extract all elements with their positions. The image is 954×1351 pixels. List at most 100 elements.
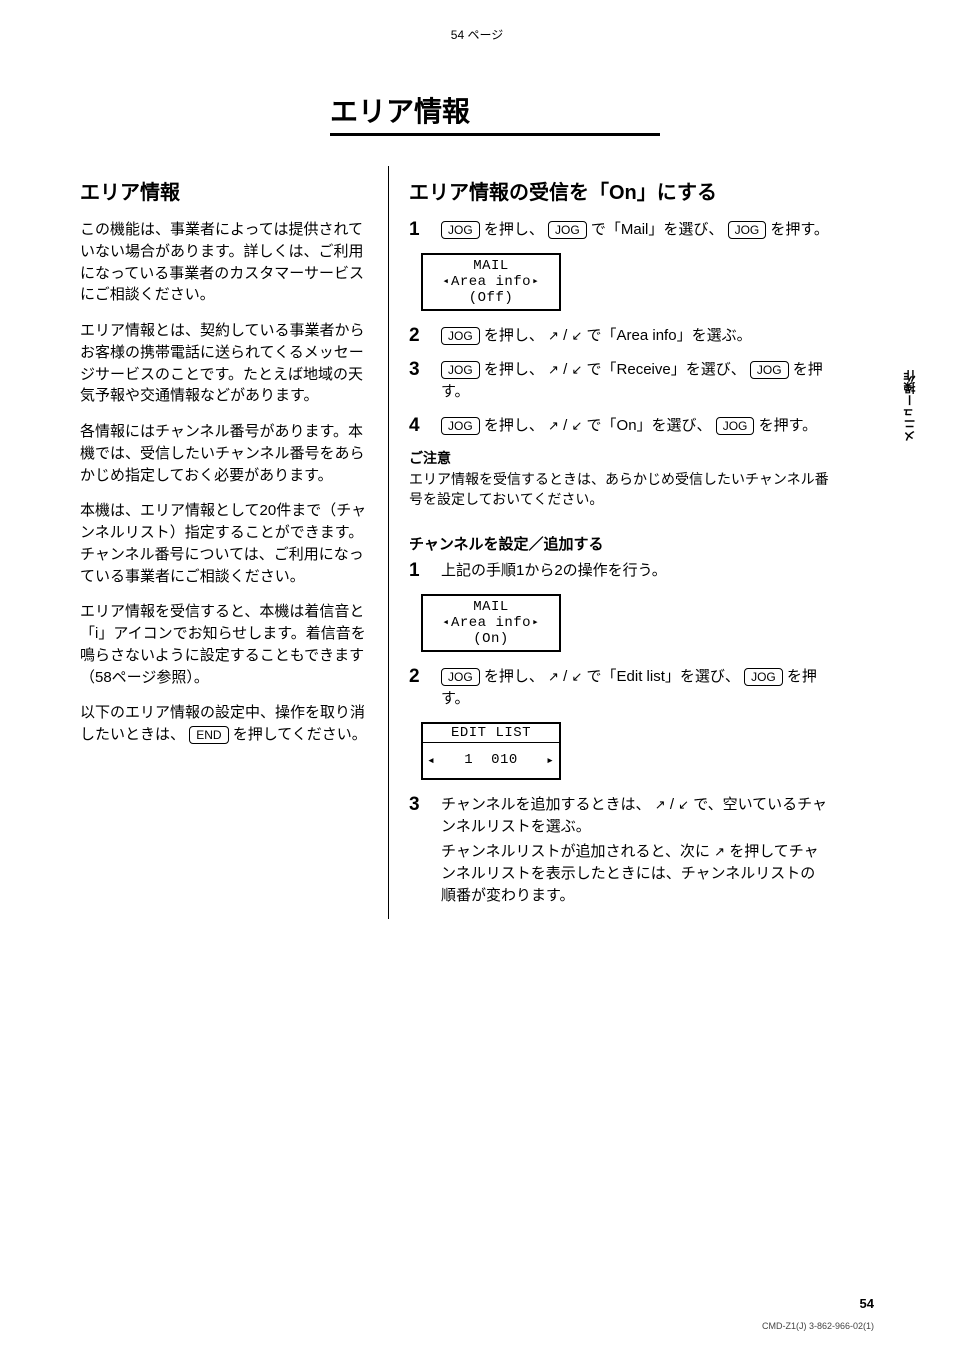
arrow-up-icon: ↗ — [548, 417, 559, 436]
lcd3-idx: 1 — [464, 752, 473, 768]
right-column: エリア情報の受信を「On」にする 1 JOG を押し、 JOG で「Mail」を… — [389, 166, 874, 919]
triangle-left-icon: ◂ — [442, 617, 450, 630]
left-heading: エリア情報 — [80, 176, 368, 205]
intro-paragraph-2: エリア情報とは、契約している事業者からお客様の携帯電話に送られてくるメッセージサ… — [80, 320, 368, 407]
cancel-note: 以下のエリア情報の設定中、操作を取り消したいときは、 END を押してください。 — [80, 702, 368, 746]
side-tab-label: メニュー操作 — [899, 366, 920, 446]
step-number: 1 — [409, 560, 429, 582]
lcd2-line3: (On) — [473, 631, 509, 647]
step-number: 2 — [409, 325, 429, 347]
step4-t2: で「On」を選び、 — [587, 417, 712, 434]
arrow-up-icon: ↗ — [548, 668, 559, 687]
step-text: JOG を押し、 ↗ / ↙ で「Edit list」を選び、 JOG を押す。 — [441, 666, 829, 710]
step-number: 3 — [409, 359, 429, 403]
step-2: 2 JOG を押し、 ↗ / ↙ で「Area info」を選ぶ。 — [409, 325, 829, 347]
step-4: 4 JOG を押し、 ↗ / ↙ で「On」を選び、 JOG を押す。 — [409, 415, 829, 437]
sub-step-3: 3 チャンネルを追加するときは、 ↗ / ↙ で、空いているチャンネルリストを選… — [409, 794, 829, 907]
jog-dial-icon: JOG — [441, 327, 480, 345]
step3-t2: で「Receive」を選び、 — [587, 361, 746, 378]
intro-paragraph-1: この機能は、事業者によっては提供されていない場合があります。詳しくは、ご利用にな… — [80, 219, 368, 306]
jog-dial-icon: JOG — [728, 221, 767, 239]
intro-paragraph-3: 各情報にはチャンネル番号があります。本機では、受信したいチャンネル番号をあらかじ… — [80, 421, 368, 486]
arrow-up-icon: ↗ — [655, 796, 666, 815]
slash: / — [563, 327, 567, 344]
title-underline — [330, 133, 660, 136]
jog-dial-icon: JOG — [744, 668, 783, 686]
step1-t1: を押し、 — [484, 221, 544, 238]
page-title: エリア情報 — [330, 90, 874, 130]
step-text: 上記の手順1から2の操作を行う。 — [441, 560, 829, 582]
sub-step-2: 2 JOG を押し、 ↗ / ↙ で「Edit list」を選び、 JOG を押… — [409, 666, 829, 710]
step-text: チャンネルを追加するときは、 ↗ / ↙ で、空いているチャンネルリストを選ぶ。… — [441, 794, 829, 907]
lcd-screen-2: MAIL ◂ Area info ▸ (On) — [421, 594, 561, 652]
end-key-icon: END — [189, 726, 228, 744]
arrow-down-icon: ↙ — [571, 668, 582, 687]
triangle-right-icon: ▸ — [532, 276, 540, 289]
lcd3-val: 010 — [491, 752, 518, 768]
intro-paragraph-4: 本機は、エリア情報として20件まで（チャンネルリスト）指定することができます。チ… — [80, 500, 368, 587]
step2-t2: で「Area info」を選ぶ。 — [587, 327, 752, 344]
lcd1-line3: (Off) — [469, 290, 514, 306]
s2-2a: を押し、 — [484, 668, 544, 685]
jog-dial-icon: JOG — [441, 668, 480, 686]
slash: / — [563, 668, 567, 685]
arrow-up-icon: ↗ — [714, 843, 725, 862]
lcd1-line1: MAIL — [473, 258, 509, 274]
s2-2c: で「Edit list」を選び、 — [587, 668, 740, 685]
subheading-channel: チャンネルを設定／追加する — [409, 533, 829, 554]
step-1: 1 JOG を押し、 JOG で「Mail」を選び、 JOG を押す。 — [409, 219, 829, 241]
triangle-left-icon: ◂ — [427, 753, 436, 768]
footer-doc-code: CMD-Z1(J) 3-862-966-02(1) — [762, 1321, 874, 1331]
right-heading: エリア情報の受信を「On」にする — [409, 176, 829, 205]
triangle-left-icon: ◂ — [442, 276, 450, 289]
triangle-right-icon: ▸ — [546, 753, 555, 768]
jog-dial-icon: JOG — [716, 417, 755, 435]
arrow-down-icon: ↙ — [571, 417, 582, 436]
jog-dial-icon: JOG — [750, 361, 789, 379]
step-number: 2 — [409, 666, 429, 710]
arrow-up-icon: ↗ — [548, 327, 559, 346]
s2-3a: チャンネルを追加するときは、 — [441, 796, 651, 813]
lcd2-line1: MAIL — [473, 599, 509, 615]
s2-3d: チャンネルリストが追加されると、次に — [441, 843, 710, 860]
note-body: エリア情報を受信するときは、あらかじめ受信したいチャンネル番号を設定しておいてく… — [409, 471, 829, 507]
arrow-down-icon: ↙ — [571, 327, 582, 346]
step-text: JOG を押し、 JOG で「Mail」を選び、 JOG を押す。 — [441, 219, 829, 241]
jog-dial-icon: JOG — [548, 221, 587, 239]
arrow-down-icon: ↙ — [571, 361, 582, 380]
lcd-screen-3: EDIT LIST ◂ 1 010 ▸ — [421, 722, 561, 780]
note-block: ご注意 エリア情報を受信するときは、あらかじめ受信したいチャンネル番号を設定して… — [409, 449, 829, 510]
jog-dial-icon: JOG — [441, 361, 480, 379]
step3-t1: を押し、 — [484, 361, 544, 378]
step1-t3: を押す。 — [770, 221, 829, 238]
arrow-up-icon: ↗ — [548, 361, 559, 380]
step-text: JOG を押し、 ↗ / ↙ で「Area info」を選ぶ。 — [441, 325, 829, 347]
step4-t3: を押す。 — [759, 417, 818, 434]
step-text: JOG を押し、 ↗ / ↙ で「Receive」を選び、 JOG を押す。 — [441, 359, 829, 403]
lcd2-line2: Area info — [451, 615, 531, 631]
jog-dial-icon: JOG — [441, 221, 480, 239]
triangle-right-icon: ▸ — [532, 617, 540, 630]
step-number: 3 — [409, 794, 429, 907]
step-3: 3 JOG を押し、 ↗ / ↙ で「Receive」を選び、 JOG を押す。 — [409, 359, 829, 403]
step2-t1: を押し、 — [484, 327, 544, 344]
step-text: JOG を押し、 ↗ / ↙ で「On」を選び、 JOG を押す。 — [441, 415, 829, 437]
step-number: 1 — [409, 219, 429, 241]
two-column-layout: エリア情報 この機能は、事業者によっては提供されていない場合があります。詳しくは… — [80, 166, 874, 919]
top-page-marker: 54 ページ — [0, 26, 954, 43]
slash: / — [563, 417, 567, 434]
page: 54 ページ エリア情報 エリア情報 この機能は、事業者によっては提供されていな… — [0, 0, 954, 1351]
left-column: エリア情報 この機能は、事業者によっては提供されていない場合があります。詳しくは… — [80, 166, 388, 919]
step-number: 4 — [409, 415, 429, 437]
slash: / — [670, 796, 674, 813]
lcd3-title: EDIT LIST — [423, 724, 559, 743]
note-title: ご注意 — [409, 449, 829, 469]
step1-t2: で「Mail」を選び、 — [591, 221, 724, 238]
cancel-note-text-2: を押してください。 — [233, 726, 367, 743]
lcd1-line2: Area info — [451, 274, 531, 290]
arrow-down-icon: ↙ — [678, 796, 689, 815]
sub-step-1: 1 上記の手順1から2の操作を行う。 — [409, 560, 829, 582]
slash: / — [563, 361, 567, 378]
footer-page-number: 54 — [860, 1296, 874, 1311]
intro-paragraph-5: エリア情報を受信すると、本機は着信音と「i」アイコンでお知らせします。着信音を鳴… — [80, 601, 368, 688]
